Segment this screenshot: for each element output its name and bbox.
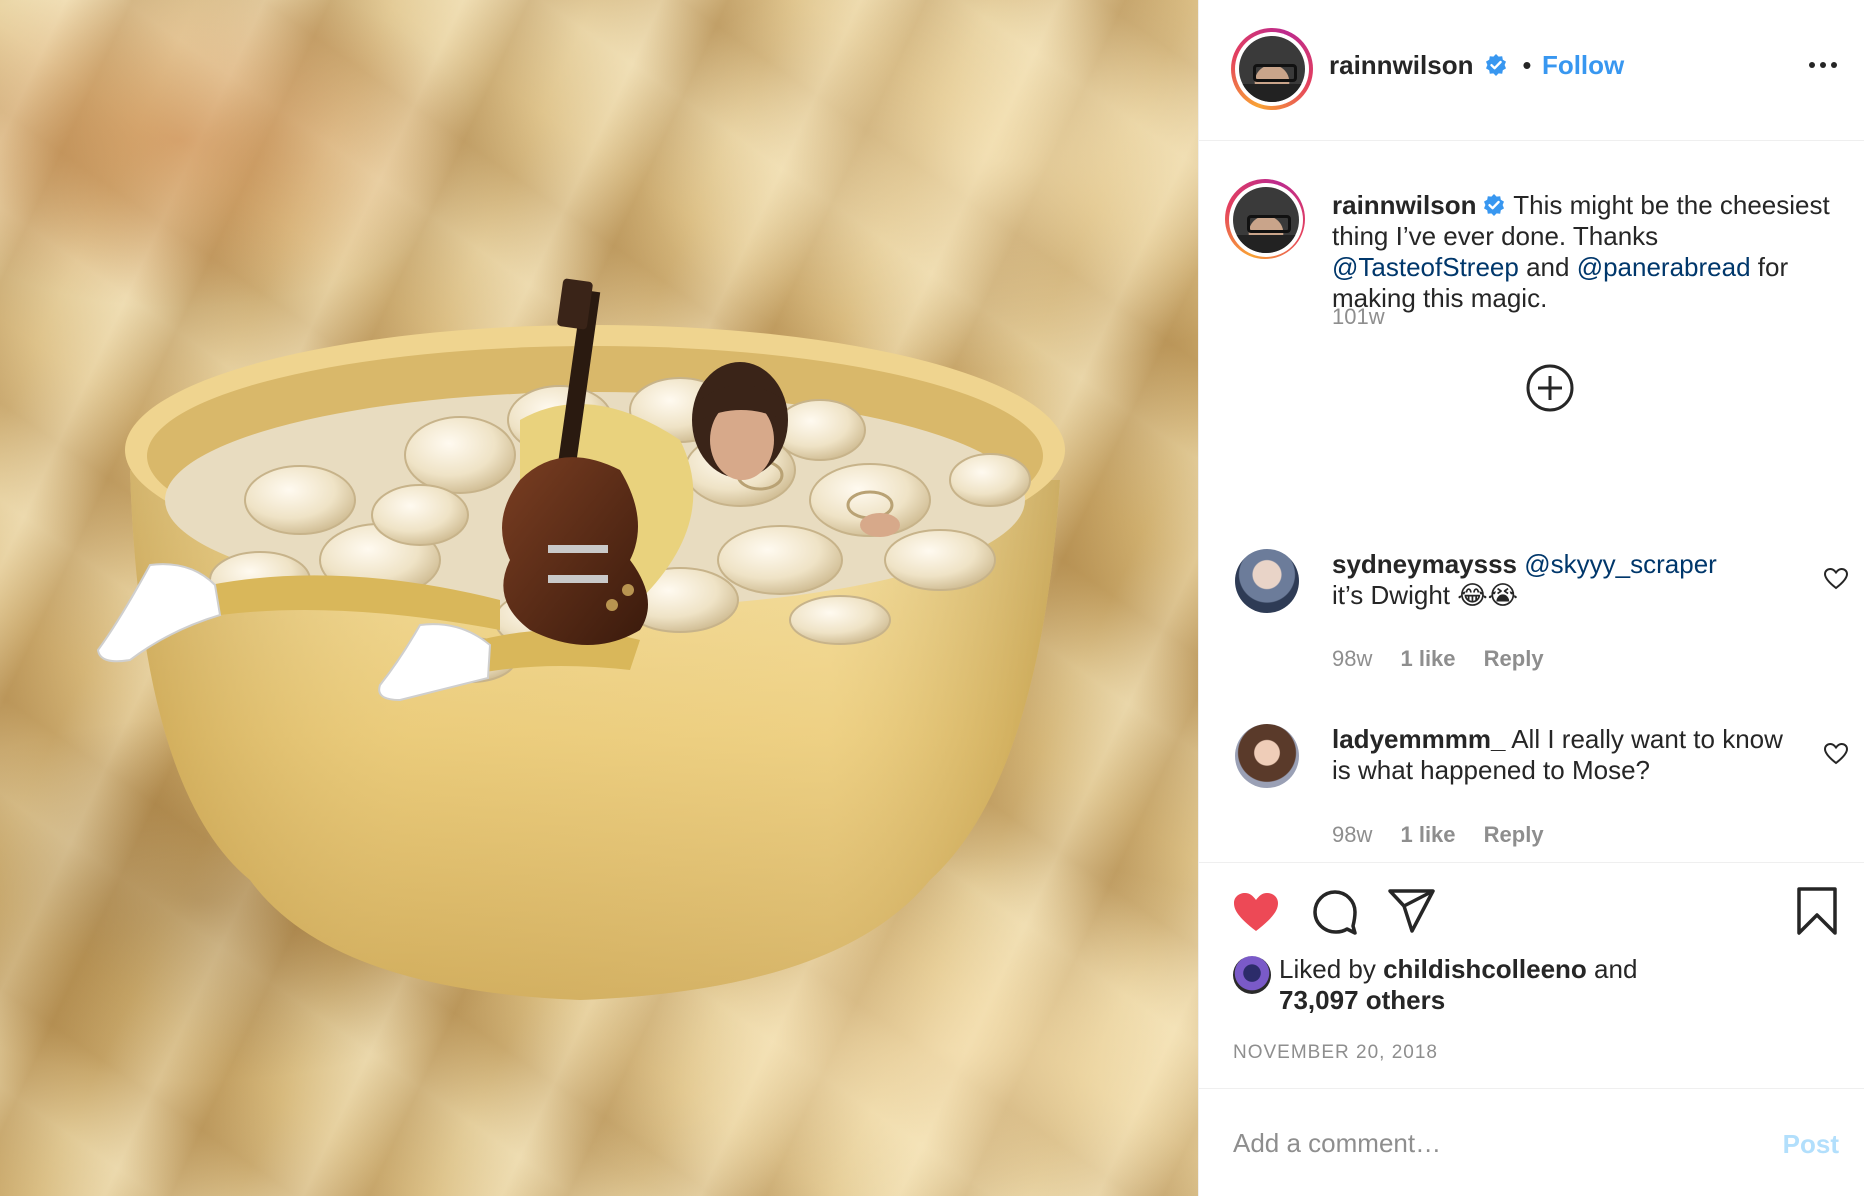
post-comment-button[interactable]: Post	[1783, 1129, 1839, 1160]
caption-username[interactable]: rainnwilson	[1332, 190, 1476, 220]
author-avatar[interactable]	[1231, 28, 1313, 110]
comment-username[interactable]: ladyemmmm_	[1332, 724, 1505, 754]
share-icon[interactable]	[1387, 888, 1437, 934]
reply-button[interactable]: Reply	[1484, 822, 1544, 847]
post-date[interactable]: NOVEMBER 20, 2018	[1233, 1042, 1438, 1064]
post-header: rainnwilson • Follow	[1199, 0, 1864, 141]
bookmark-icon[interactable]	[1795, 886, 1839, 936]
header-username[interactable]: rainnwilson	[1329, 50, 1473, 80]
caption-mention-panerabread[interactable]: @panerabread	[1577, 252, 1751, 282]
caption-meta: 101w	[1332, 304, 1407, 330]
caption-age[interactable]: 101w	[1332, 304, 1385, 329]
caption-mention-tasteofstreep[interactable]: @TasteofStreep	[1332, 252, 1519, 282]
heart-filled-icon[interactable]	[1231, 890, 1281, 934]
comment-likes[interactable]: 1 like	[1400, 646, 1455, 671]
caption-author-avatar[interactable]	[1225, 179, 1305, 259]
likes-count[interactable]: 73,097 others	[1279, 985, 1445, 1015]
comment-age[interactable]: 98w	[1332, 646, 1372, 671]
liked-by-user[interactable]: childishcolleeno	[1383, 954, 1587, 984]
comment-meta: 98w 1 like Reply	[1332, 646, 1566, 672]
header-author-row: rainnwilson • Follow	[1329, 50, 1624, 81]
follow-button[interactable]: Follow	[1542, 50, 1624, 80]
comment: sydneymaysss @skyyy_scraper it’s Dwight …	[1332, 549, 1802, 611]
commenter-avatar[interactable]	[1235, 549, 1299, 613]
mac-and-cheese-bowl-illustration	[96, 278, 1065, 1000]
liked-by-prefix: Liked by	[1279, 954, 1376, 984]
comment-mention[interactable]: @skyyy_scraper	[1524, 549, 1717, 579]
liker-avatar[interactable]	[1233, 956, 1271, 994]
add-circle-icon[interactable]	[1525, 363, 1575, 413]
comment-text: it’s Dwight 😂😭	[1332, 580, 1518, 610]
verified-badge-icon	[1484, 194, 1505, 216]
comment-input[interactable]	[1233, 1119, 1753, 1167]
comment-likes[interactable]: 1 like	[1400, 822, 1455, 847]
post-image[interactable]	[0, 0, 1198, 1196]
verified-badge-icon	[1485, 54, 1506, 76]
liked-by-and: and	[1594, 954, 1638, 984]
comment: ladyemmmm_ All I really want to know is …	[1332, 724, 1802, 786]
comment-composer: Post	[1199, 1088, 1864, 1196]
caption-and: and	[1526, 252, 1570, 282]
follow-separator: •	[1522, 50, 1532, 80]
heart-outline-icon[interactable]	[1823, 742, 1849, 766]
heart-outline-icon[interactable]	[1823, 567, 1849, 591]
comment-age[interactable]: 98w	[1332, 822, 1372, 847]
more-options-icon[interactable]	[1809, 60, 1839, 70]
caption: rainnwilson This might be the cheesiest …	[1332, 190, 1832, 314]
comments-list: rainnwilson This might be the cheesiest …	[1199, 141, 1864, 861]
post-side-panel: rainnwilson • Follow rainnwilson This mi…	[1198, 0, 1864, 1196]
liked-by-summary[interactable]: Liked by childishcolleeno and 73,097 oth…	[1279, 954, 1637, 1016]
comment-icon[interactable]	[1311, 888, 1359, 936]
commenter-avatar[interactable]	[1235, 724, 1299, 788]
comment-username[interactable]: sydneymaysss	[1332, 549, 1517, 579]
comment-meta: 98w 1 like Reply	[1332, 822, 1566, 848]
reply-button[interactable]: Reply	[1484, 646, 1544, 671]
